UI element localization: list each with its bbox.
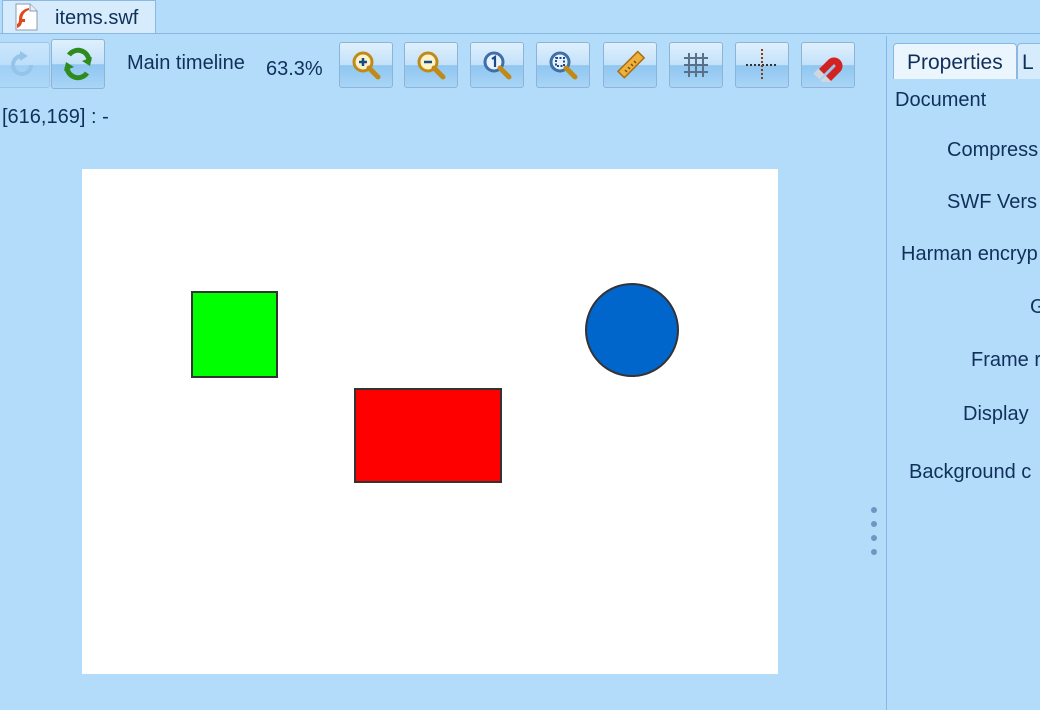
stage-canvas[interactable]	[82, 169, 778, 674]
field-harman-encryption-label: Harman encryp	[901, 243, 1038, 265]
snap-button[interactable]	[801, 42, 855, 88]
swf-file-icon	[15, 3, 38, 31]
snap-magnet-icon	[813, 57, 843, 82]
tab-library[interactable]: L	[1017, 43, 1040, 79]
zoom-actual-size-button[interactable]	[470, 42, 524, 88]
zoom-fit-button[interactable]	[536, 42, 590, 88]
field-frame-rate-label: Frame r	[971, 349, 1040, 371]
reload-button[interactable]	[51, 39, 105, 89]
field-background-color-label: Background c	[909, 461, 1032, 483]
panel-splitter[interactable]	[868, 505, 880, 565]
green-square[interactable]	[191, 291, 278, 378]
field-compression-label: Compress	[947, 139, 1039, 161]
cursor-coordinates: [616,169] : -	[2, 106, 109, 128]
red-rectangle[interactable]	[354, 388, 502, 483]
guides-button[interactable]	[735, 42, 789, 88]
ruler-button[interactable]	[603, 42, 657, 88]
undo-icon	[11, 51, 33, 76]
section-document: Document	[895, 89, 987, 111]
guides-icon	[746, 49, 778, 81]
zoom-fit-icon	[549, 51, 578, 80]
grid-button[interactable]	[669, 42, 723, 88]
grid-icon	[684, 53, 708, 77]
field-display-label: Display	[963, 403, 1029, 425]
refresh-icon	[64, 47, 92, 81]
document-tab-strip: items.swf	[0, 0, 1040, 34]
properties-panel: Properties L Document Compress SWF Vers …	[886, 36, 1040, 710]
stage-shapes	[191, 283, 679, 483]
ruler-icon	[616, 50, 646, 79]
zoom-in-icon	[352, 51, 381, 80]
timeline-label: Main timeline	[127, 52, 245, 74]
zoom-out-icon	[417, 51, 446, 80]
blue-circle[interactable]	[585, 283, 679, 377]
tab-properties[interactable]: Properties	[893, 43, 1017, 79]
document-tab-items-swf[interactable]: items.swf	[2, 0, 156, 33]
document-tab-label: items.swf	[55, 7, 139, 29]
field-swf-version-label: SWF Vers	[947, 191, 1038, 213]
undo-button[interactable]	[0, 42, 50, 88]
zoom-level: 63.3%	[266, 58, 323, 80]
zoom-in-button[interactable]	[339, 42, 393, 88]
zoom-out-button[interactable]	[404, 42, 458, 88]
zoom-actual-icon	[483, 51, 512, 80]
field-gfx-label: G	[1030, 296, 1040, 318]
